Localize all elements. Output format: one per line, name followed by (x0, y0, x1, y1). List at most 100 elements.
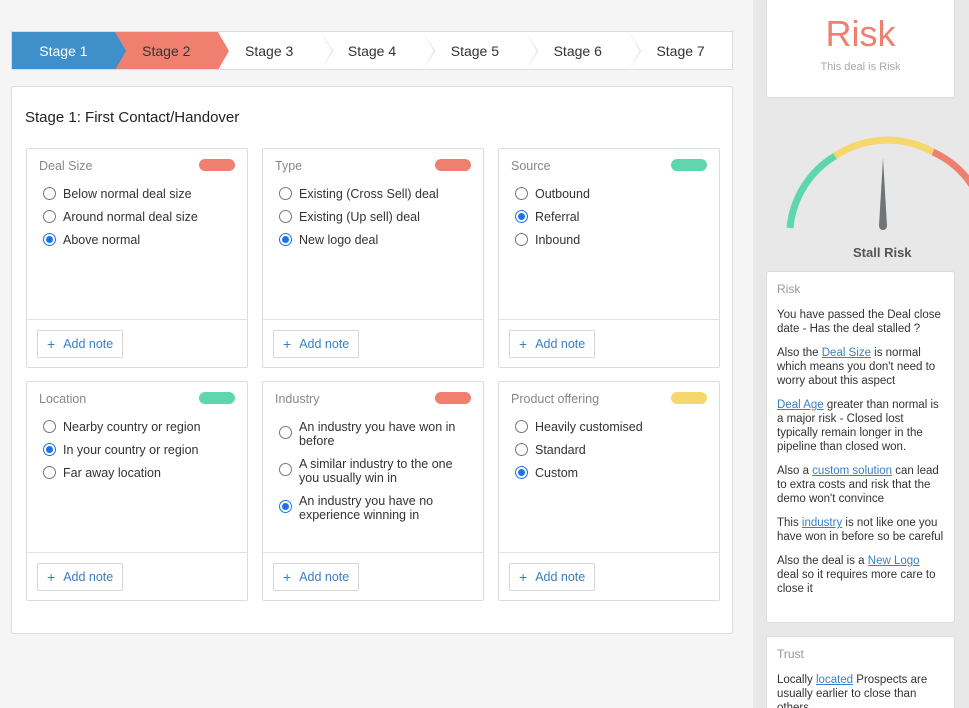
radio-option[interactable]: Existing (Up sell) deal (279, 210, 475, 224)
located-link[interactable]: located (816, 674, 853, 686)
card-footer: + Add note (499, 552, 719, 600)
radio-label: Above normal (63, 233, 141, 247)
radio-button[interactable] (279, 210, 292, 223)
radio-option[interactable]: Outbound (515, 187, 711, 201)
radio-label: Custom (535, 466, 579, 480)
add-note-label: Add note (535, 570, 586, 584)
risk-status-card: Risk This deal is Risk (766, 0, 955, 98)
stage-label: Stage 2 (142, 42, 191, 59)
radio-group: Existing (Cross Sell) deal Existing (Up s… (279, 187, 475, 256)
radio-label: An industry you have won in before (299, 420, 456, 448)
radio-option[interactable]: A similar industry to the one you usuall… (279, 457, 475, 485)
risk-info-text: You have passed the Deal close date - Ha… (777, 309, 941, 335)
radio-option[interactable]: Standard (515, 443, 711, 457)
add-note-label: Add note (63, 570, 114, 584)
radio-button[interactable] (43, 187, 56, 200)
stage-5-tab[interactable]: Stage 5 (423, 32, 539, 70)
stage-2-tab[interactable]: Stage 2 (114, 32, 229, 70)
add-note-button[interactable]: + Add note (273, 563, 360, 591)
status-pill (435, 392, 471, 404)
add-note-button[interactable]: + Add note (37, 563, 124, 591)
radio-option[interactable]: Nearby country or region (43, 420, 239, 434)
status-pill (435, 159, 471, 171)
stage-3-tab[interactable]: Stage 3 (218, 32, 333, 70)
plus-icon: + (519, 336, 528, 352)
industry-link[interactable]: industry (802, 517, 842, 529)
stage-label: Stage 1 (39, 42, 88, 59)
add-note-button[interactable]: + Add note (273, 330, 360, 358)
gauge-yellow-segment (833, 136, 935, 159)
radio-button[interactable] (279, 500, 292, 513)
radio-button[interactable] (279, 233, 292, 246)
radio-label: Around normal deal size (63, 210, 198, 224)
trust-info-text: Locally located Prospects are usually ea… (777, 674, 928, 708)
radio-button[interactable] (43, 233, 56, 246)
card-title: Industry (275, 392, 320, 406)
radio-option[interactable]: Existing (Cross Sell) deal (279, 187, 475, 201)
radio-option[interactable]: Around normal deal size (43, 210, 239, 224)
radio-option[interactable]: Below normal deal size (43, 187, 239, 201)
stage-label: Stage 6 (553, 42, 602, 59)
add-note-button[interactable]: + Add note (509, 330, 596, 358)
radio-button[interactable] (515, 420, 528, 433)
radio-option[interactable]: Far away location (43, 466, 239, 480)
radio-label: New logo deal (299, 233, 379, 247)
radio-button[interactable] (515, 187, 528, 200)
stage-4-tab[interactable]: Stage 4 (321, 32, 436, 70)
plus-icon: + (519, 569, 528, 585)
gauge-red-segment (931, 148, 969, 188)
add-note-button[interactable]: + Add note (509, 563, 596, 591)
radio-button[interactable] (279, 426, 292, 439)
stage-6-tab[interactable]: Stage 6 (526, 32, 642, 70)
stage-label: Stage 3 (245, 42, 294, 59)
radio-button[interactable] (515, 233, 528, 246)
radio-option[interactable]: Heavily customised (515, 420, 711, 434)
radio-option[interactable]: Inbound (515, 233, 711, 247)
stage-label: Stage 5 (450, 42, 499, 59)
deal-size-link[interactable]: Deal Size (822, 347, 871, 359)
type-card: Type Existing (Cross Sell) deal Existing (… (262, 148, 484, 368)
add-note-label: Add note (299, 337, 350, 351)
radio-option[interactable]: An industry you have no experience winni… (279, 494, 475, 522)
radio-option[interactable]: New logo deal (279, 233, 475, 247)
radio-option[interactable]: An industry you have won in before (279, 420, 475, 448)
gauge-label: Stall Risk (853, 245, 912, 260)
radio-option[interactable]: Above normal (43, 233, 239, 247)
radio-button[interactable] (279, 187, 292, 200)
radio-group: Below normal deal size Around normal deal… (43, 187, 239, 256)
stage-1-tab[interactable]: Stage 1 (12, 32, 126, 70)
radio-label: Referral (535, 210, 580, 224)
radio-label: Existing (Cross Sell) deal (299, 187, 439, 201)
radio-option[interactable]: Referral (515, 210, 711, 224)
card-footer: + Add note (27, 552, 247, 600)
card-title: Product offering (511, 392, 600, 406)
radio-button[interactable] (43, 466, 56, 479)
deal-age-link[interactable]: Deal Age (777, 399, 824, 411)
product-offering-card: Product offering Heavily customised Standa… (498, 381, 720, 601)
radio-button[interactable] (279, 463, 292, 476)
radio-button[interactable] (515, 443, 528, 456)
new-logo-link[interactable]: New Logo (868, 555, 920, 567)
card-title: Source (511, 159, 551, 173)
radio-option[interactable]: Custom (515, 466, 711, 480)
risk-status-subtitle: This deal is Risk (820, 61, 901, 73)
radio-button[interactable] (43, 210, 56, 223)
deal-size-card: Deal Size Below normal deal size Around no… (26, 148, 248, 368)
status-pill (671, 159, 707, 171)
radio-group: Heavily customised Standard Custom (515, 420, 711, 489)
radio-label: Nearby country or region (63, 420, 201, 434)
radio-button[interactable] (43, 443, 56, 456)
custom-solution-link[interactable]: custom solution (812, 465, 892, 477)
stage-label: Stage 4 (347, 42, 397, 59)
card-title: Location (39, 392, 87, 406)
card-footer: + Add note (499, 319, 719, 367)
stage-7-tab[interactable]: Stage 7 (629, 32, 732, 69)
radio-label: A similar industry to the one you usuall… (299, 457, 453, 485)
radio-button[interactable] (43, 420, 56, 433)
plus-icon: + (47, 336, 56, 352)
radio-button[interactable] (515, 466, 528, 479)
add-note-button[interactable]: + Add note (37, 330, 124, 358)
radio-option[interactable]: In your country or region (43, 443, 239, 457)
radio-button[interactable] (515, 210, 528, 223)
status-pill (199, 159, 235, 171)
